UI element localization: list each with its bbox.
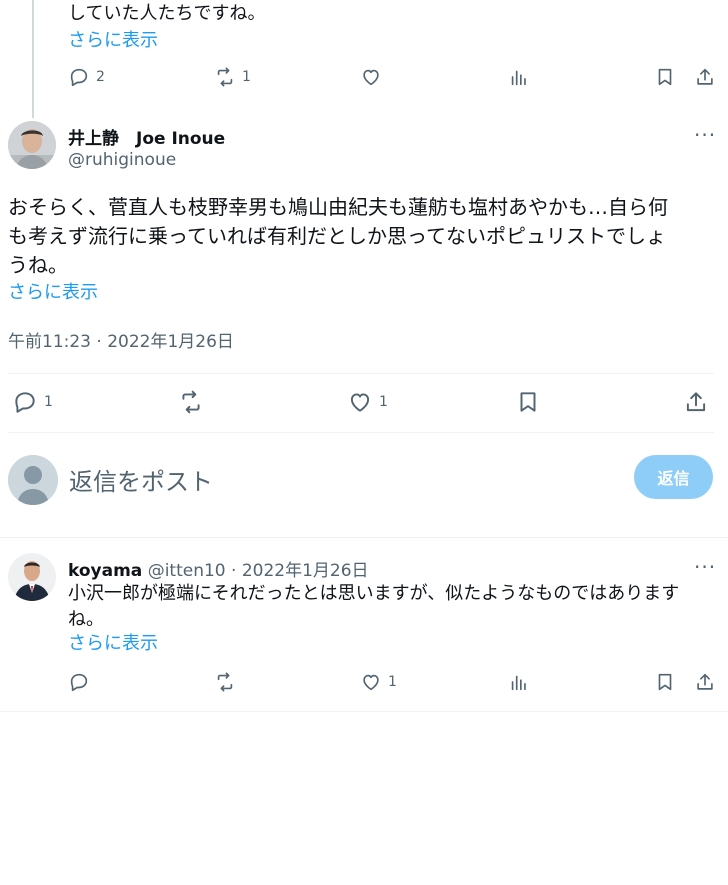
reply-count: 1 <box>44 394 53 410</box>
thread-connector-line <box>32 0 34 118</box>
bookmark-button[interactable] <box>654 671 676 693</box>
reply-icon <box>70 673 88 692</box>
default-avatar-icon <box>8 455 58 505</box>
show-more-link[interactable]: さらに表示 <box>68 29 158 53</box>
views-button[interactable] <box>508 66 530 88</box>
share-button[interactable] <box>683 389 709 415</box>
tweet-body: おそらく、菅直人も枝野幸男も鳩山由紀夫も蓮舫も塩村あやかも…自ら何 も考えず流行… <box>8 193 720 280</box>
bookmark-button[interactable] <box>654 66 676 88</box>
tweet-actions: 1 1 <box>8 389 714 417</box>
retweet-icon <box>217 672 233 692</box>
show-more-link[interactable]: さらに表示 <box>8 281 98 305</box>
divider <box>0 537 728 538</box>
reply-button[interactable]: 1 <box>12 389 53 415</box>
reply-count: 2 <box>96 69 105 85</box>
divider <box>8 432 714 433</box>
retweet-count: 1 <box>242 69 251 85</box>
bookmark-button[interactable] <box>515 389 541 415</box>
reply-icon <box>15 392 35 413</box>
tweet-body: 小沢一郎が極端にそれだったとは思いますが、似たようなものではあります ね。 <box>68 581 718 633</box>
like-button[interactable]: 1 <box>360 671 397 693</box>
reply-header: koyama @itten10 · 2022年1月26日 <box>68 556 369 581</box>
reply-button[interactable]: 2 <box>68 66 105 88</box>
retweet-button[interactable] <box>178 389 204 415</box>
display-name[interactable]: 井上静 Joe Inoue <box>68 124 225 149</box>
user-photo-icon <box>8 553 56 601</box>
heart-icon <box>350 393 370 412</box>
tweet-actions: 1 <box>68 671 718 699</box>
bookmark-icon <box>520 392 536 412</box>
bookmark-icon <box>658 673 672 691</box>
tweet-text-line: 小沢一郎が極端にそれだったとは思いますが、似たようなものではあります <box>68 581 718 607</box>
tweet-timestamp[interactable]: 午前11:23 · 2022年1月26日 <box>8 327 234 352</box>
analytics-icon <box>511 70 526 86</box>
tweet-actions: 2 1 <box>68 66 718 94</box>
tweet-text-fragment: す <box>661 583 680 604</box>
divider <box>0 711 728 712</box>
tweet-text-line: ね。 <box>68 609 104 630</box>
retweet-icon <box>217 67 233 87</box>
tweet-text-line: おそらく、菅直人も枝野幸男も鳩山由紀夫も蓮舫も塩村あやかも…自ら何 <box>8 195 668 219</box>
analytics-icon <box>511 675 526 691</box>
tweet-text: していた人たちですね。 <box>68 3 266 24</box>
tweet-text-fragment: 小沢一郎が極端にそれだったとは思いますが、似たようなものではありま <box>68 583 662 604</box>
reply-button[interactable] <box>68 671 90 693</box>
like-count: 1 <box>379 394 388 410</box>
handle-and-date[interactable]: @itten10 · 2022年1月26日 <box>148 561 369 581</box>
like-count: 1 <box>388 674 397 690</box>
heart-icon <box>363 69 379 86</box>
retweet-button[interactable]: 1 <box>214 66 251 88</box>
retweet-button[interactable] <box>214 671 236 693</box>
composer-avatar <box>8 455 58 505</box>
reply-submit-button[interactable]: 返信 <box>634 455 713 499</box>
like-button[interactable]: 1 <box>347 389 388 415</box>
avatar[interactable] <box>8 553 56 601</box>
more-options-icon[interactable]: ··· <box>694 557 716 577</box>
tweet-text-line: も考えず流行に乗っていれば有利だとしか思ってないポピュリストでしょ <box>8 224 666 248</box>
share-button[interactable] <box>694 671 716 693</box>
more-options-icon[interactable]: ··· <box>694 125 716 145</box>
share-icon <box>686 392 706 412</box>
divider <box>8 373 714 374</box>
show-more-link[interactable]: さらに表示 <box>68 632 158 656</box>
share-button[interactable] <box>694 66 716 88</box>
views-button[interactable] <box>508 671 530 693</box>
user-photo-icon <box>8 121 56 169</box>
share-icon <box>697 68 713 85</box>
bookmark-icon <box>658 68 672 86</box>
tweet-text-line: うね。 <box>8 253 68 277</box>
share-icon <box>697 673 713 690</box>
reply-input[interactable]: 返信をポスト <box>69 462 213 497</box>
retweet-icon <box>182 390 200 414</box>
display-name[interactable]: koyama <box>68 561 142 581</box>
reply-icon <box>70 68 88 87</box>
heart-icon <box>363 674 379 691</box>
user-handle[interactable]: @ruhiginoue <box>68 150 176 170</box>
like-button[interactable] <box>360 66 382 88</box>
avatar[interactable] <box>8 121 56 169</box>
